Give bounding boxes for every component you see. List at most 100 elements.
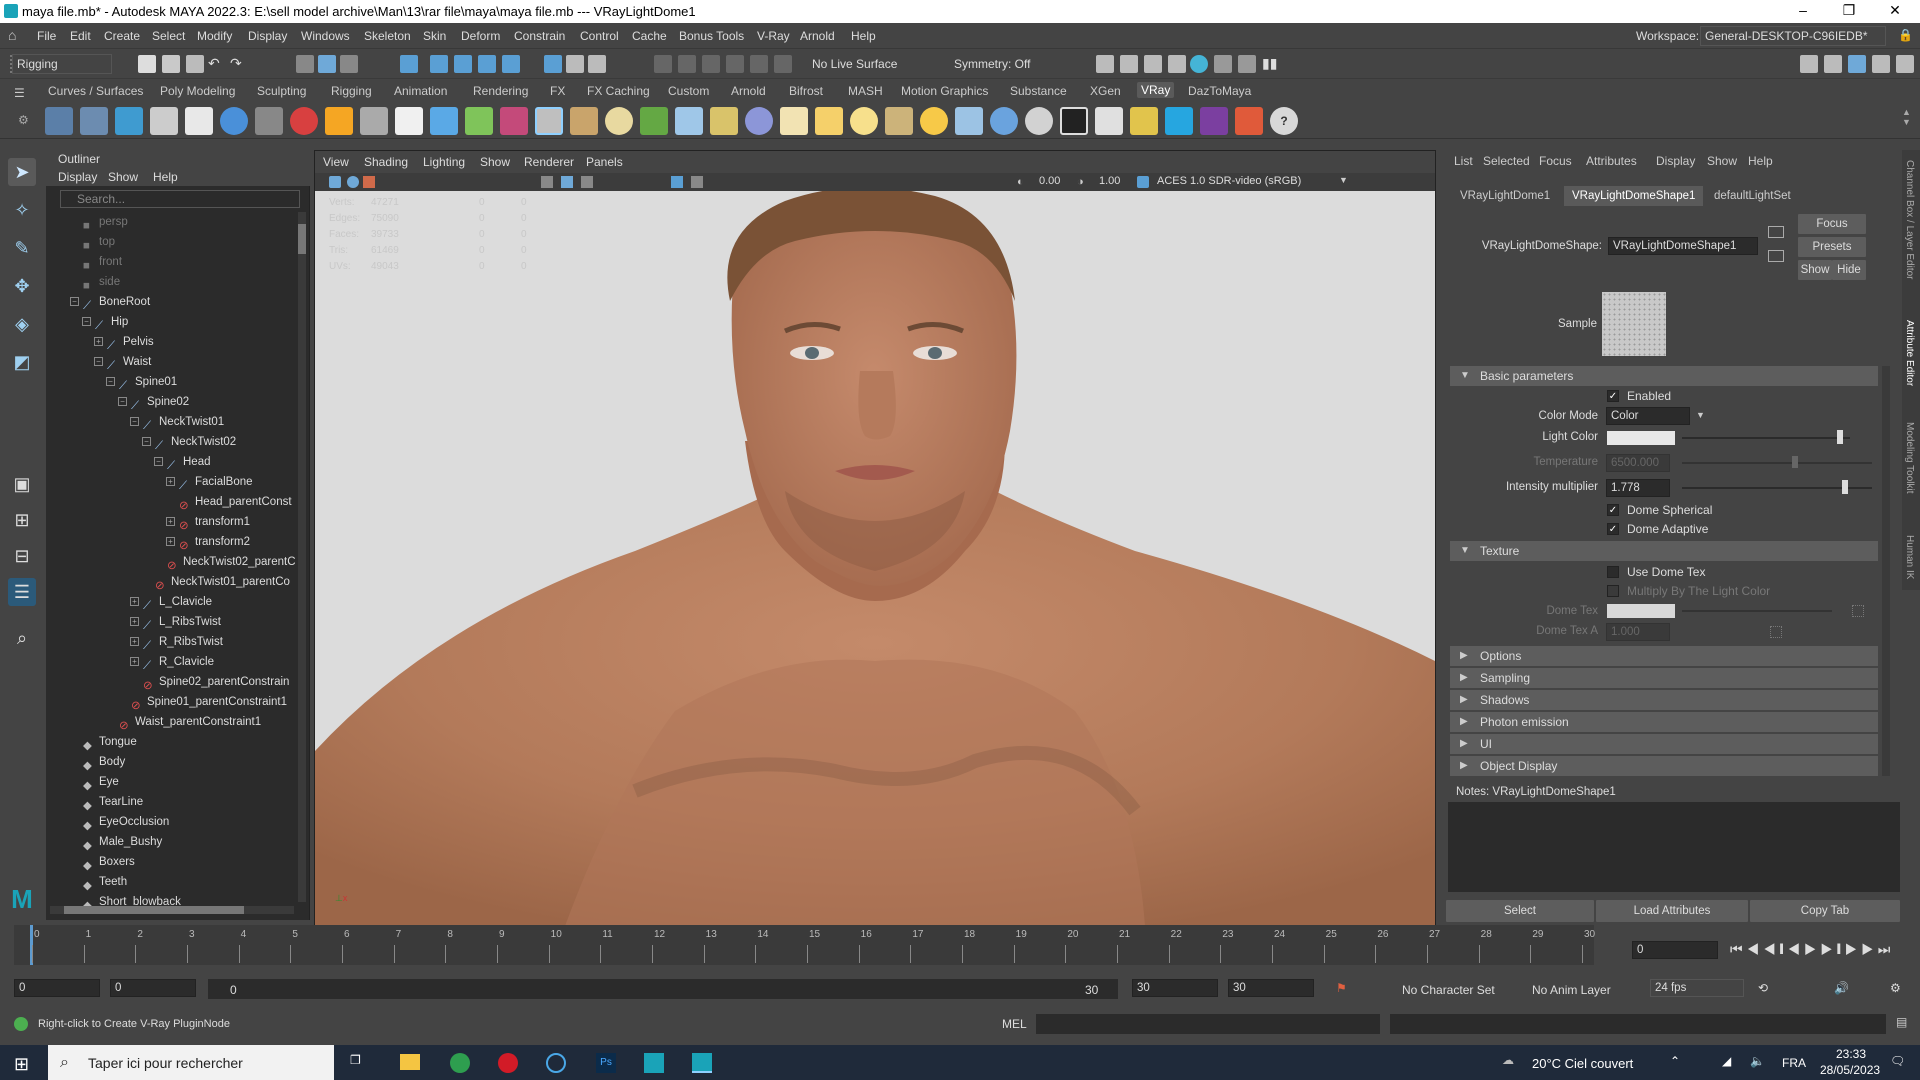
maya-active-taskbar-icon[interactable] <box>692 1053 712 1073</box>
menu-windows[interactable]: Windows <box>301 29 350 43</box>
expand-toggle-icon[interactable]: + <box>130 657 139 667</box>
ae-menu-display[interactable]: Display <box>1656 154 1695 168</box>
outliner-row[interactable]: + ⟋ R_RibsTwist <box>130 632 223 652</box>
outliner-row[interactable]: ◆ Body <box>70 752 125 772</box>
photon-emission-section[interactable]: ▶ Photon emission <box>1450 712 1878 732</box>
menu-deform[interactable]: Deform <box>461 29 500 43</box>
construction-history-icon[interactable] <box>678 55 696 73</box>
ae-tab-vraylightdome[interactable]: VRayLightDome1 <box>1452 186 1558 206</box>
expand-toggle-icon[interactable]: + <box>94 337 103 347</box>
expand-toggle-icon[interactable]: − <box>70 297 79 307</box>
render-sequence-icon[interactable] <box>1120 55 1138 73</box>
dome-tex-a-map-icon[interactable] <box>1770 626 1782 638</box>
shelf-tab-sculpting[interactable]: Sculpting <box>257 84 306 98</box>
outliner-row[interactable]: ⊘ Waist_parentConstraint1 <box>106 712 261 732</box>
home-icon[interactable]: ⌂ <box>8 28 22 42</box>
menu-file[interactable]: File <box>37 29 56 43</box>
ae-menu-help[interactable]: Help <box>1748 154 1773 168</box>
shelf-tab-curves-surfaces[interactable]: Curves / Surfaces <box>48 84 143 98</box>
fps-dropdown[interactable]: 24 fps <box>1650 979 1744 997</box>
expand-toggle-icon[interactable]: + <box>166 477 175 487</box>
live-surface-field[interactable]: No Live Surface <box>812 57 897 71</box>
ae-menu-focus[interactable]: Focus <box>1539 154 1572 168</box>
shelf-tab-substance[interactable]: Substance <box>1010 84 1067 98</box>
paint-select-tool-icon[interactable]: ✎ <box>8 234 36 262</box>
expand-toggle-icon[interactable]: + <box>166 517 175 527</box>
select-hierarchy-icon[interactable] <box>296 55 314 73</box>
expand-toggle-icon[interactable]: − <box>82 317 91 327</box>
single-pane-layout-icon[interactable]: ▣ <box>8 470 36 498</box>
vray-sphere-fade-icon[interactable] <box>150 107 178 135</box>
volume-icon[interactable]: 🔈 <box>1750 1054 1765 1068</box>
ae-vscroll[interactable] <box>1882 366 1890 776</box>
outliner-row[interactable]: + ⟋ L_RibsTwist <box>130 612 221 632</box>
shadows-section[interactable]: ▶ Shadows <box>1450 690 1878 710</box>
copy-tab-button[interactable]: Copy Tab <box>1750 900 1900 922</box>
vray-sun-icon[interactable] <box>920 107 948 135</box>
shading-textured-icon[interactable] <box>581 176 593 188</box>
vray-omni-light-icon[interactable] <box>850 107 878 135</box>
side-tab-modeling-toolkit[interactable]: Modeling Toolkit <box>1904 422 1915 494</box>
snap-together-icon[interactable] <box>588 55 606 73</box>
snap-curve-icon[interactable] <box>430 55 448 73</box>
menu-control[interactable]: Control <box>580 29 619 43</box>
sample-swatch[interactable] <box>1602 292 1666 356</box>
vray-clipper-icon[interactable] <box>185 107 213 135</box>
ae-tab-vraylightdomeshape[interactable]: VRayLightDomeShape1 <box>1564 186 1704 206</box>
viewport-menu-renderer[interactable]: Renderer <box>524 155 574 169</box>
dome-tex-a-field[interactable]: 1.000 <box>1606 623 1670 641</box>
tool-settings-toggle-icon[interactable] <box>1872 55 1890 73</box>
object-display-section[interactable]: ▶ Object Display <box>1450 756 1878 776</box>
shelf-tab-fx[interactable]: FX <box>550 84 565 98</box>
outliner-row[interactable]: − ⟋ Hip <box>82 312 128 332</box>
clock-time[interactable]: 23:33 <box>1836 1047 1866 1061</box>
vray-light-sphere-icon[interactable] <box>745 107 773 135</box>
viewport-menu-show[interactable]: Show <box>480 155 510 169</box>
outliner-row[interactable]: + ⊘ transform1 <box>166 512 250 532</box>
dome-tex-swatch[interactable] <box>1607 604 1675 618</box>
current-frame-field[interactable]: 0 <box>1632 941 1718 959</box>
outliner-menu-help[interactable]: Help <box>153 170 178 184</box>
menu-create[interactable]: Create <box>104 29 140 43</box>
notes-textarea[interactable] <box>1448 802 1900 892</box>
lasso-tool-icon[interactable]: ✧ <box>8 196 36 224</box>
anim-layer-dropdown[interactable]: No Anim Layer <box>1532 983 1611 997</box>
auto-key-icon[interactable]: ⚑ <box>1336 981 1347 995</box>
shelf-tab-vray[interactable]: VRay <box>1137 82 1175 98</box>
shading-wireframe-icon[interactable] <box>541 176 553 188</box>
mel-language-toggle[interactable]: MEL <box>1002 1017 1027 1031</box>
outliner-row[interactable]: ◆ Teeth <box>70 872 127 892</box>
maya-taskbar-icon[interactable] <box>644 1053 664 1073</box>
snap-pivot-icon[interactable] <box>544 55 562 73</box>
color-management-icon[interactable] <box>1137 176 1149 188</box>
snap-lock-icon[interactable] <box>566 55 584 73</box>
light-color-swatch[interactable] <box>1607 431 1675 445</box>
shelf-tab-rendering[interactable]: Rendering <box>473 84 528 98</box>
output-ops-icon[interactable] <box>726 55 744 73</box>
gamma-icon[interactable]: ◑ <box>1077 176 1084 188</box>
viewport-menu-view[interactable]: View <box>323 155 349 169</box>
vray-dual-sphere-icon[interactable] <box>1025 107 1053 135</box>
shelf-tab-bifrost[interactable]: Bifrost <box>789 84 823 98</box>
render-settings-icon[interactable] <box>1214 55 1232 73</box>
menu-set-dropdown[interactable]: Rigging <box>12 54 112 74</box>
vray-frame-buffer-icon[interactable] <box>80 107 108 135</box>
menu-skin[interactable]: Skin <box>423 29 446 43</box>
viewport-menu-shading[interactable]: Shading <box>364 155 408 169</box>
close-button[interactable]: ✕ <box>1872 0 1918 23</box>
shelf-tab-custom[interactable]: Custom <box>668 84 709 98</box>
camera-select-icon[interactable] <box>329 176 341 188</box>
ae-tab-defaultlightset[interactable]: defaultLightSet <box>1706 186 1799 206</box>
two-pane-layout-icon[interactable]: ⊟ <box>8 542 36 570</box>
intensity-field[interactable]: 1.778 <box>1606 479 1670 497</box>
dome-spherical-checkbox[interactable]: ✓ <box>1607 504 1619 516</box>
vray-render-icon[interactable] <box>1238 55 1256 73</box>
script-editor-icon[interactable]: ▤ <box>1896 1015 1907 1029</box>
viewport-panel[interactable]: View Shading Lighting Show Renderer Pane… <box>314 150 1436 926</box>
expand-toggle-icon[interactable]: + <box>166 537 175 547</box>
live-surface-icon[interactable] <box>774 55 792 73</box>
vray-render-settings-icon[interactable] <box>45 107 73 135</box>
hide-button[interactable]: Hide <box>1832 260 1866 280</box>
viewport-menu-panels[interactable]: Panels <box>586 155 623 169</box>
shelf-options-icon[interactable]: ☰ <box>14 86 25 100</box>
